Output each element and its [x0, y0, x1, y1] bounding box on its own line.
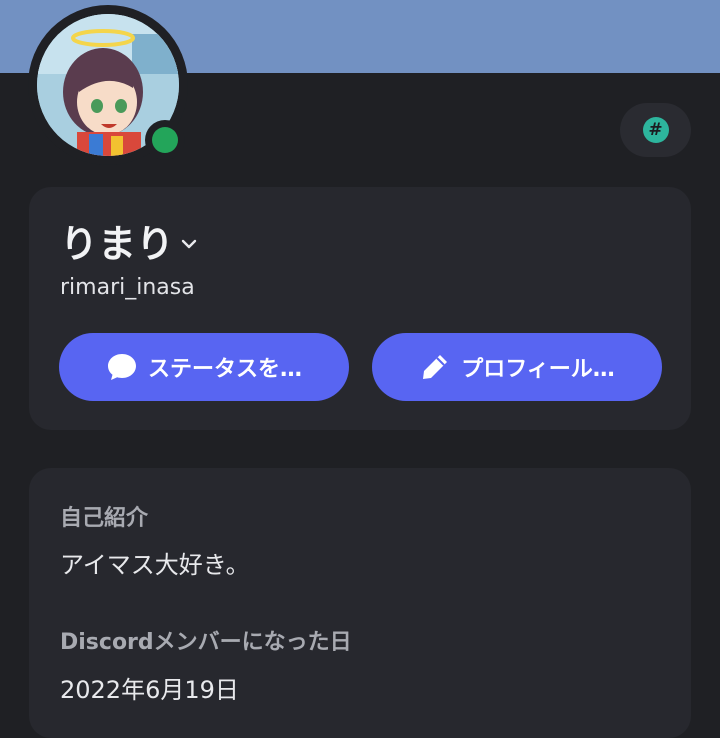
- set-status-label: ステータスを…: [147, 357, 302, 382]
- badge-pill[interactable]: #: [620, 103, 691, 157]
- display-name[interactable]: りまり: [60, 220, 198, 268]
- member-since-date: 2022年6月19日: [60, 676, 239, 704]
- bio-text: アイマス大好き。: [60, 551, 250, 579]
- set-status-button[interactable]: ステータスを…: [59, 333, 349, 401]
- display-name-text: りまり: [60, 222, 175, 266]
- bio-heading: 自己紹介: [60, 506, 149, 531]
- edit-profile-button[interactable]: プロフィール…: [372, 333, 662, 401]
- member-since-heading: Discordメンバーになった日: [60, 630, 352, 655]
- pencil-icon: [423, 355, 448, 379]
- online-status-indicator: [145, 120, 185, 160]
- edit-profile-label: プロフィール…: [461, 357, 615, 382]
- speech-bubble-icon: [107, 354, 136, 380]
- hashtag-badge-icon: #: [642, 117, 669, 143]
- chevron-down-icon: [181, 239, 197, 249]
- username: rimari_inasa: [60, 275, 195, 300]
